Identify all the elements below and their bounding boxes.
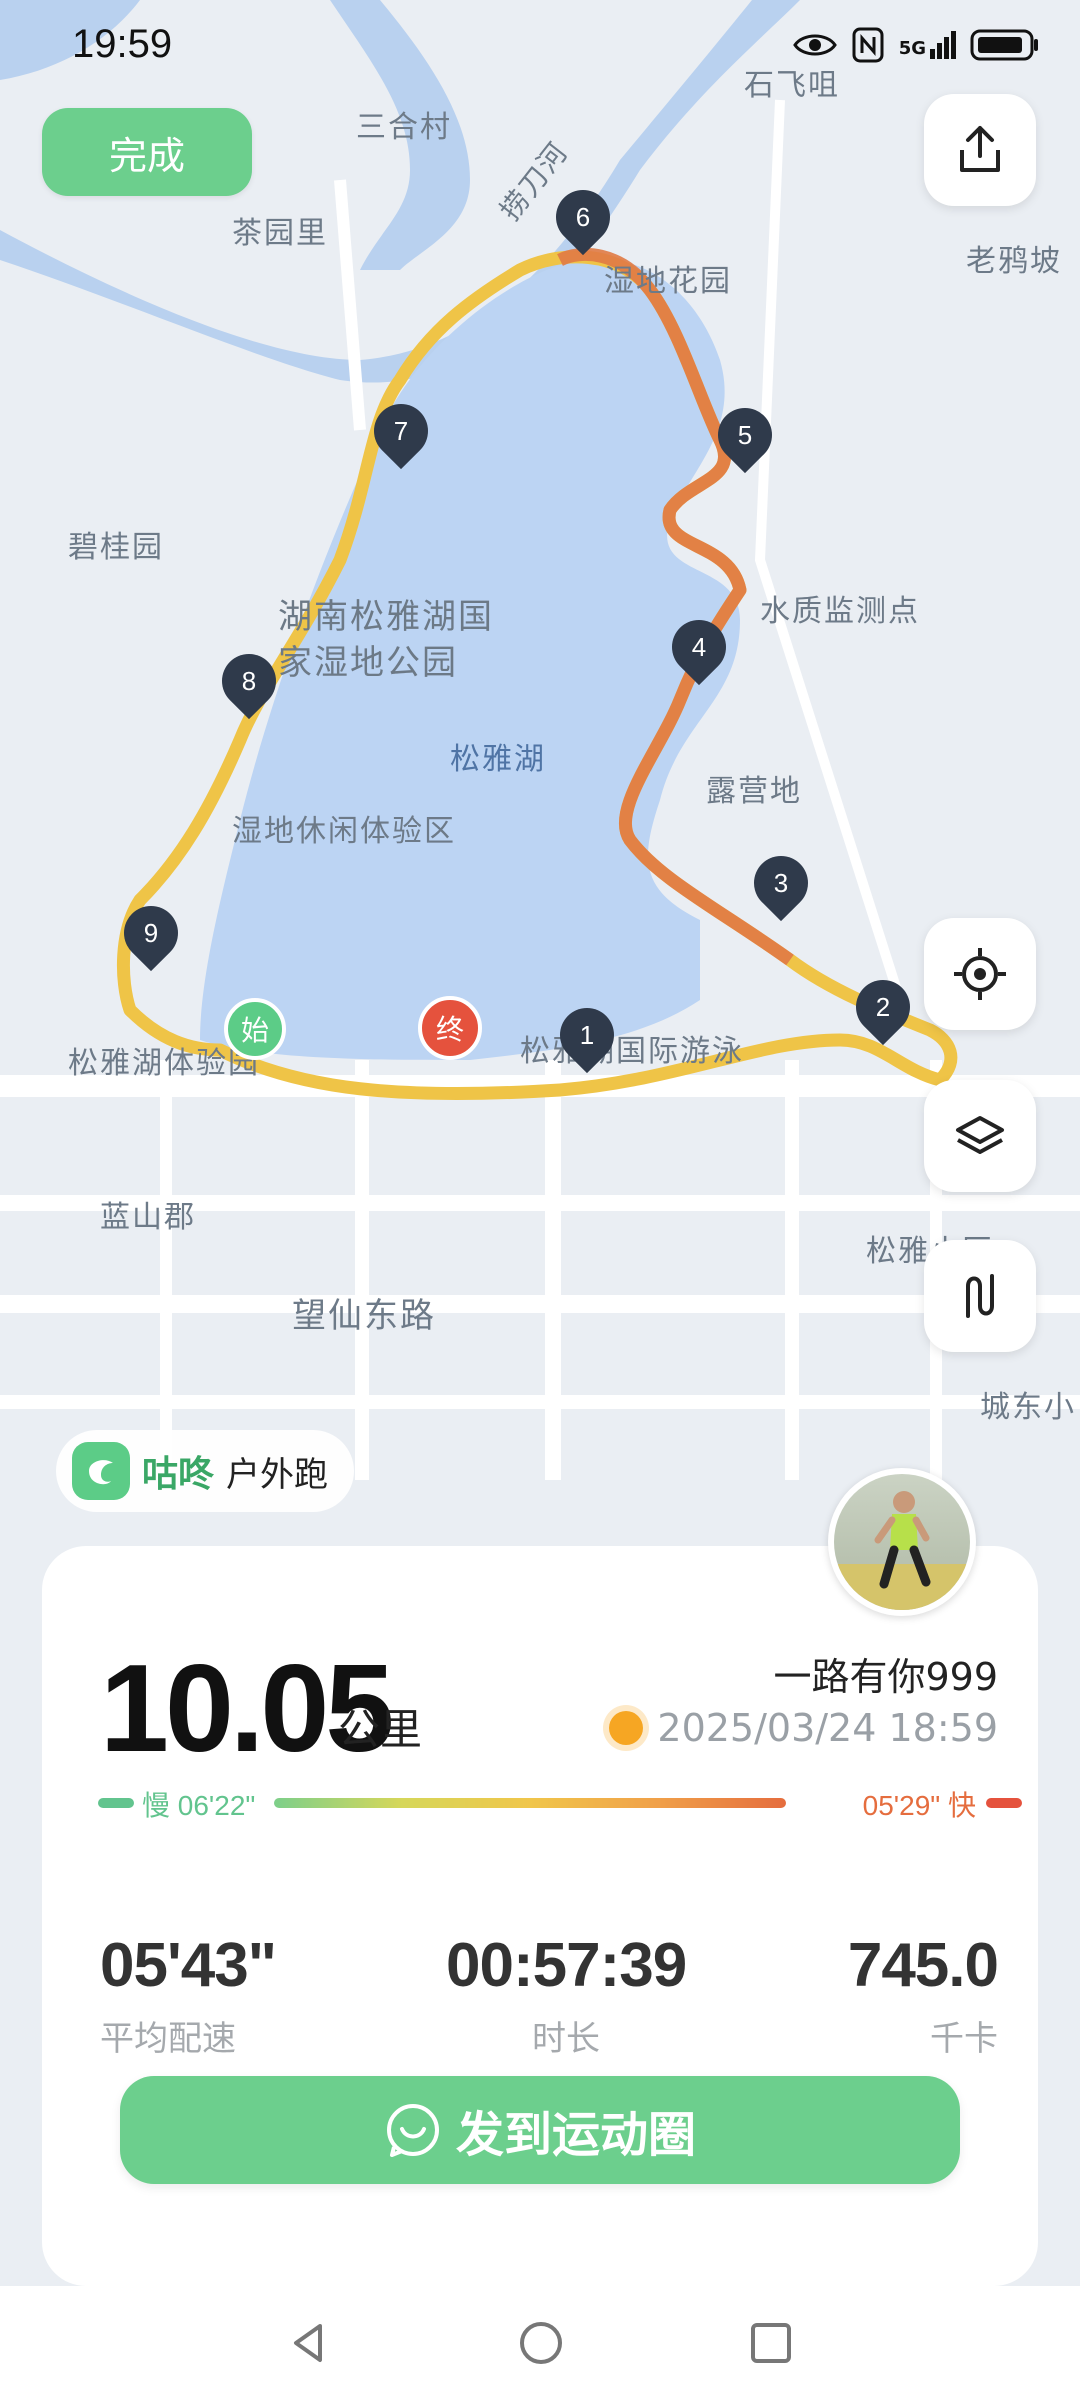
km-marker-label: 8 [241, 665, 257, 696]
km-marker-1[interactable]: 1 [548, 996, 626, 1074]
stat-label: 千卡 [930, 2019, 998, 2059]
app-brand: 咕咚 户外跑 [56, 1430, 355, 1512]
end-marker[interactable]: 终 [418, 996, 482, 1060]
km-marker-label: 1 [579, 1019, 595, 1050]
stat-label: 时长 [532, 2019, 600, 2059]
km-marker-label: 5 [737, 419, 753, 450]
park-label-line: 湖南松雅湖国 [278, 597, 494, 637]
km-marker-7[interactable]: 7 [362, 392, 440, 470]
done-button[interactable]: 完成 [42, 108, 252, 196]
map-label: 茶园里 [232, 216, 328, 251]
status-icons: 5G [792, 26, 1040, 64]
locate-button[interactable] [924, 918, 1036, 1030]
stat-value: 745.0 [847, 1931, 999, 2000]
km-marker-label: 2 [875, 991, 891, 1022]
km-marker-9[interactable]: 9 [112, 894, 190, 972]
slowest-pace: 慢 06'22" [142, 1790, 256, 1821]
fast-dot [986, 1798, 1022, 1808]
signal-icon: 5G [899, 31, 956, 59]
map-label: 湿地花园 [604, 264, 732, 299]
slow-dot [98, 1798, 134, 1808]
map-label: 三合村 [356, 110, 452, 145]
user-nickname: 一路有你999 [773, 1655, 998, 1699]
route-toggle-button[interactable] [924, 1240, 1036, 1352]
eye-icon [792, 34, 837, 56]
km-marker-2[interactable]: 2 [844, 968, 922, 1046]
distance-unit: 公里 [338, 1705, 423, 1754]
km-marker-label: 7 [393, 415, 409, 446]
stat-avg-pace: 05'43" 平均配速 [100, 1930, 277, 2060]
map-label: 碧桂园 [68, 530, 164, 565]
map-label: 蓝山郡 [100, 1200, 196, 1235]
network-type: 5G [898, 38, 926, 59]
map-label: 城东小 [980, 1390, 1076, 1425]
battery-icon [970, 29, 1038, 61]
km-marker-label: 4 [691, 631, 707, 662]
km-marker-label: 9 [143, 917, 159, 948]
route-icon [966, 1274, 994, 1318]
pace-legend: 慢 06'22" 05'29" 快 [98, 1784, 1022, 1824]
nfc-icon [852, 27, 884, 63]
stat-value: 00:57:39 [446, 1931, 687, 2000]
post-to-feed-button[interactable]: 发到运动圈 [120, 2076, 960, 2184]
brand-name: 咕咚 [142, 1454, 215, 1495]
fastest-pace: 05'29" 快 [862, 1790, 976, 1821]
system-nav-bar [0, 2286, 1080, 2400]
datetime-text: 2025/03/24 18:59 [657, 1706, 998, 1750]
map-label: 松雅湖国际游泳 [520, 1034, 744, 1069]
map-label: 水质监测点 [760, 594, 920, 629]
start-marker[interactable]: 始 [224, 998, 286, 1060]
map-label: 湿地休闲体验区 [232, 814, 456, 849]
pace-gradient [274, 1798, 786, 1808]
workout-datetime: 2025/03/24 18:59 [609, 1706, 998, 1750]
chat-smile-icon [386, 2104, 439, 2157]
layers-button[interactable] [924, 1080, 1036, 1192]
status-bar: 19:59 5G [0, 0, 1080, 100]
share-export-button[interactable] [924, 94, 1036, 206]
km-marker-3[interactable]: 3 [742, 844, 820, 922]
upload-icon [960, 126, 1000, 172]
lake-label: 松雅湖 [450, 742, 546, 777]
post-to-feed-label: 发到运动圈 [455, 2107, 696, 2163]
layers-icon [956, 1116, 1004, 1154]
km-marker-8[interactable]: 8 [210, 642, 288, 720]
stat-duration: 00:57:39 时长 [446, 1930, 687, 2060]
stat-calories: 745.0 千卡 [847, 1930, 999, 2060]
km-marker-6[interactable]: 6 [544, 178, 622, 256]
runner-photo-icon [834, 1491, 970, 1610]
map-label: 老鸦坡 [966, 244, 1062, 279]
km-marker-4[interactable]: 4 [660, 608, 738, 686]
map-label: 露营地 [706, 774, 802, 809]
park-label: 湖南松雅湖国 家湿地公园 [278, 594, 578, 686]
back-icon[interactable] [286, 2320, 332, 2366]
km-marker-5[interactable]: 5 [706, 396, 784, 474]
map-label: 望仙东路 [292, 1296, 436, 1336]
user-avatar[interactable] [828, 1468, 976, 1616]
clock: 19:59 [72, 22, 173, 66]
codoon-logo-icon [72, 1442, 130, 1500]
stat-label: 平均配速 [100, 2019, 236, 2059]
km-marker-label: 3 [773, 867, 789, 898]
sunny-weather-icon [609, 1711, 644, 1745]
park-label-line: 家湿地公园 [278, 643, 458, 683]
recents-icon[interactable] [748, 2320, 794, 2366]
stat-value: 05'43" [100, 1931, 277, 2000]
km-marker-label: 6 [575, 201, 591, 232]
activity-mode: 户外跑 [226, 1454, 329, 1495]
home-icon[interactable] [518, 2320, 564, 2366]
locate-icon [954, 948, 1006, 1000]
